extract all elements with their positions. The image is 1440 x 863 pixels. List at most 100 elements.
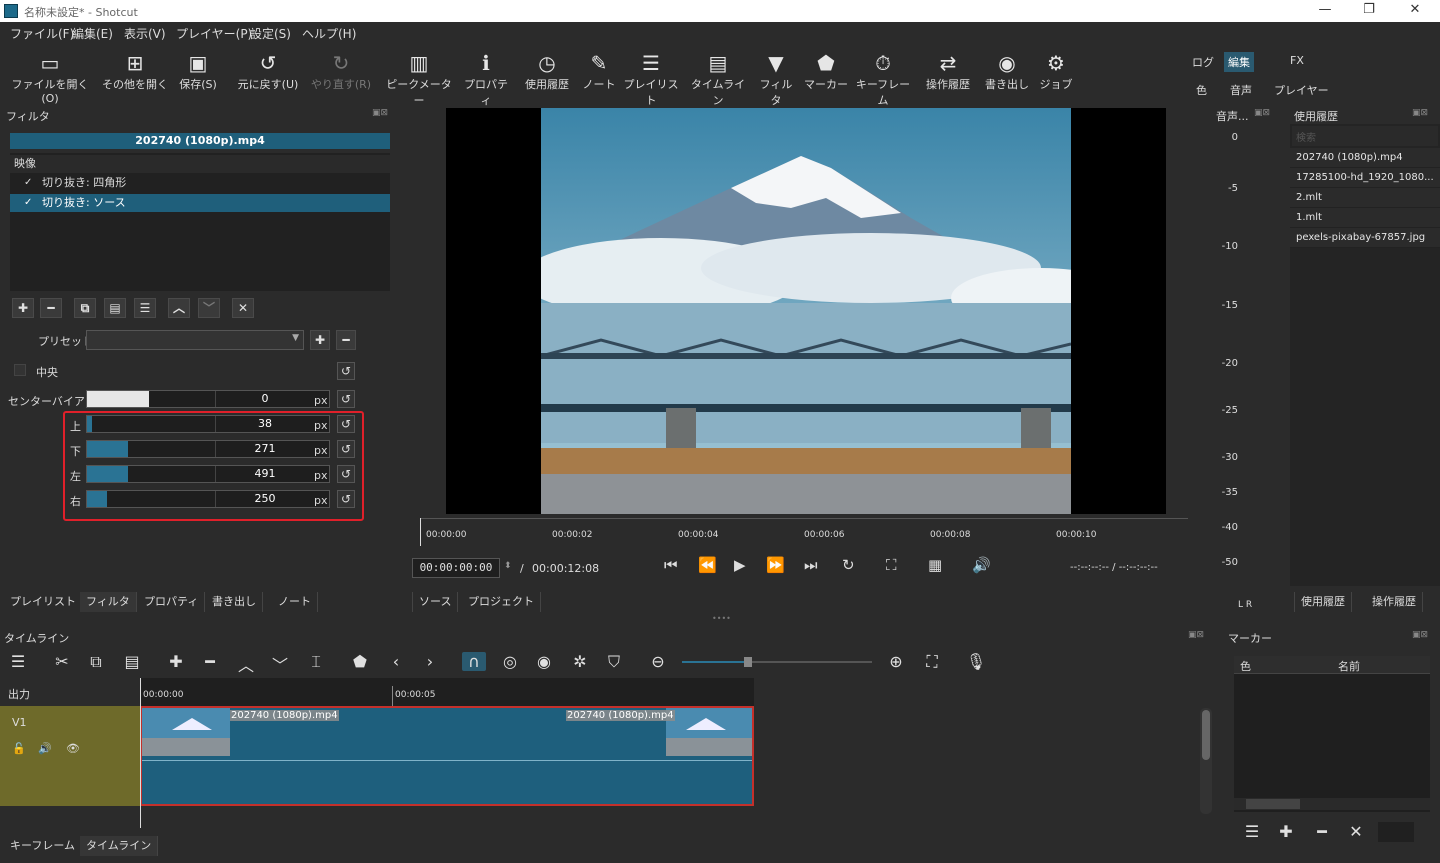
menu-settings[interactable]: 設定(S) <box>250 25 291 42</box>
mute-icon[interactable]: 🔊 <box>38 742 52 755</box>
mode-log[interactable]: ログ <box>1188 52 1218 72</box>
append-icon[interactable]: ✚ <box>164 652 188 671</box>
recent-item[interactable]: 1.mlt <box>1290 208 1440 228</box>
tab-notes[interactable]: ノート <box>272 592 318 612</box>
center-checkbox[interactable] <box>14 364 26 376</box>
recent-item[interactable]: 17285100-hd_1920_1080... <box>1290 168 1440 188</box>
menu-file[interactable]: ファイル(F) <box>10 25 74 42</box>
paste-filter-button[interactable]: ▤ <box>104 298 126 318</box>
skip-next-icon[interactable]: ⏭ <box>804 556 818 574</box>
add-filter-button[interactable]: ✚ <box>12 298 34 318</box>
redo-button[interactable]: ↻ やり直す(R) <box>310 50 372 92</box>
copy-icon[interactable]: ⧉ <box>84 652 108 672</box>
lift-icon[interactable]: ︿ <box>234 652 258 676</box>
remove-marker-icon[interactable]: ━ <box>1310 822 1334 841</box>
tab-filters[interactable]: フィルタ <box>80 592 137 612</box>
rewind-icon[interactable]: ⏪ <box>698 556 717 574</box>
track-header-v1[interactable]: V1 🔓 🔊 👁 <box>0 706 140 806</box>
scrub-icon[interactable]: ◎ <box>498 652 522 671</box>
ripple-icon[interactable]: ◉ <box>532 652 556 671</box>
ripple-all-icon[interactable]: ✲ <box>568 652 592 671</box>
menu-edit[interactable]: 編集(E) <box>72 25 113 42</box>
markers-menu-icon[interactable]: ☰ <box>1240 822 1264 841</box>
peak-meter-button[interactable]: ▥ ピークメーター <box>386 50 452 108</box>
ripple-markers-icon[interactable]: ⛉ <box>602 652 626 672</box>
tab-properties[interactable]: プロパティ <box>138 592 206 612</box>
timeline-ruler[interactable]: 00:00:00 00:00:05 <box>140 678 754 706</box>
save-preset-button[interactable]: ✚ <box>310 330 330 350</box>
mode-fx[interactable]: FX <box>1286 52 1308 69</box>
marker-search-input[interactable] <box>1378 822 1414 842</box>
tab-history[interactable]: 操作履歴 <box>1366 592 1423 612</box>
play-icon[interactable]: ▶ <box>734 556 746 574</box>
reset-bias-button[interactable]: ↺ <box>337 390 355 408</box>
horizontal-scrollbar[interactable] <box>1234 798 1430 810</box>
column-header-name[interactable]: 名前 <box>1338 658 1360 674</box>
close-window-button[interactable]: ✕ <box>1400 2 1430 17</box>
split-icon[interactable]: ⌶ <box>304 652 328 672</box>
filter-item-crop-source[interactable]: ✓ 切り抜き: ソース <box>10 194 390 212</box>
move-down-button[interactable]: ﹀ <box>198 298 220 318</box>
column-header-color[interactable]: 色 <box>1240 658 1251 674</box>
zoom-fit-icon[interactable]: ⛶ <box>886 556 897 574</box>
maximize-button[interactable]: ❐ <box>1354 2 1384 17</box>
marker-icon[interactable]: ⬟ <box>348 652 372 671</box>
float-icon[interactable]: ▣⊠ <box>1254 108 1270 118</box>
save-button[interactable]: ▣ 保存(S) <box>176 50 220 92</box>
record-audio-icon[interactable]: 🎙 <box>964 652 988 671</box>
add-marker-icon[interactable]: ✚ <box>1274 822 1298 841</box>
tab-timeline[interactable]: タイムライン <box>80 836 159 856</box>
lock-icon[interactable]: 🔓 <box>12 742 26 755</box>
properties-button[interactable]: ℹ プロパティ <box>460 50 512 108</box>
recent-search-input[interactable]: 検索 <box>1292 126 1438 146</box>
remove-filter-button[interactable]: ━ <box>40 298 62 318</box>
recent-item[interactable]: 202740 (1080p).mp4 <box>1290 148 1440 168</box>
menu-icon[interactable]: ☰ <box>6 652 30 671</box>
filter-item-crop-rect[interactable]: ✓ 切り抜き: 四角形 <box>10 174 390 192</box>
menu-player[interactable]: プレイヤー(P) <box>176 25 252 42</box>
jobs-button[interactable]: ⚙ ジョブ <box>1038 50 1074 92</box>
player-timeline-ruler[interactable]: 00:00:00 00:00:02 00:00:04 00:00:06 00:0… <box>420 516 1188 548</box>
float-icon[interactable]: ▣⊠ <box>1412 630 1428 640</box>
cut-icon[interactable]: ✂ <box>50 652 74 671</box>
move-up-button[interactable]: ︿ <box>168 298 190 318</box>
open-other-button[interactable]: ⊞ その他を開く <box>102 50 168 92</box>
overwrite-icon[interactable]: ﹀ <box>268 652 292 676</box>
export-button[interactable]: ◉ 書き出し <box>984 50 1030 92</box>
deselect-filter-button[interactable]: ✕ <box>232 298 254 318</box>
mode-player[interactable]: プレイヤー <box>1270 80 1333 100</box>
recent-item[interactable]: 2.mlt <box>1290 188 1440 208</box>
tab-keyframes[interactable]: キーフレーム <box>4 836 83 856</box>
recent-button[interactable]: ◷ 使用履歴 <box>520 50 574 92</box>
tab-playlist[interactable]: プレイリスト <box>4 592 83 612</box>
timeline-clip[interactable]: 202740 (1080p).mp4 202740 (1080p).mp4 <box>140 706 754 806</box>
tab-recent[interactable]: 使用履歴 <box>1294 592 1352 612</box>
previous-marker-icon[interactable]: ‹ <box>384 652 408 671</box>
recent-item[interactable]: pexels-pixabay-67857.jpg <box>1290 228 1440 248</box>
zoom-slider[interactable] <box>682 657 872 667</box>
save-filter-set-button[interactable]: ☰ <box>134 298 156 318</box>
preset-select[interactable]: ▼ <box>86 330 304 350</box>
notes-button[interactable]: ✎ ノート <box>582 50 616 92</box>
reset-center-button[interactable]: ↺ <box>337 362 355 380</box>
tab-source[interactable]: ソース <box>412 592 459 612</box>
clear-markers-icon[interactable]: ✕ <box>1344 822 1368 841</box>
open-file-button[interactable]: ▭ ファイルを開く(O) <box>10 50 90 105</box>
remove-icon[interactable]: ━ <box>198 652 222 671</box>
fast-forward-icon[interactable]: ⏩ <box>766 556 785 574</box>
vertical-scrollbar[interactable] <box>1200 708 1212 814</box>
playhead[interactable] <box>420 518 421 546</box>
timeline-button[interactable]: ▤ タイムライン <box>688 50 748 108</box>
float-icon[interactable]: ▣⊠ <box>372 108 388 118</box>
timeline-playhead[interactable] <box>140 678 141 828</box>
menu-view[interactable]: 表示(V) <box>124 25 166 42</box>
delete-preset-button[interactable]: ━ <box>336 330 356 350</box>
checkbox-icon[interactable]: ✓ <box>24 194 32 212</box>
markers-button[interactable]: ⬟ マーカー <box>804 50 848 92</box>
paste-icon[interactable]: ▤ <box>120 652 144 671</box>
float-icon[interactable]: ▣⊠ <box>1412 108 1428 118</box>
splitter-handle[interactable]: •••• <box>712 614 731 623</box>
checkbox-icon[interactable]: ✓ <box>24 174 32 192</box>
float-icon[interactable]: ▣⊠ <box>1188 630 1204 640</box>
mode-edit[interactable]: 編集 <box>1224 52 1254 72</box>
